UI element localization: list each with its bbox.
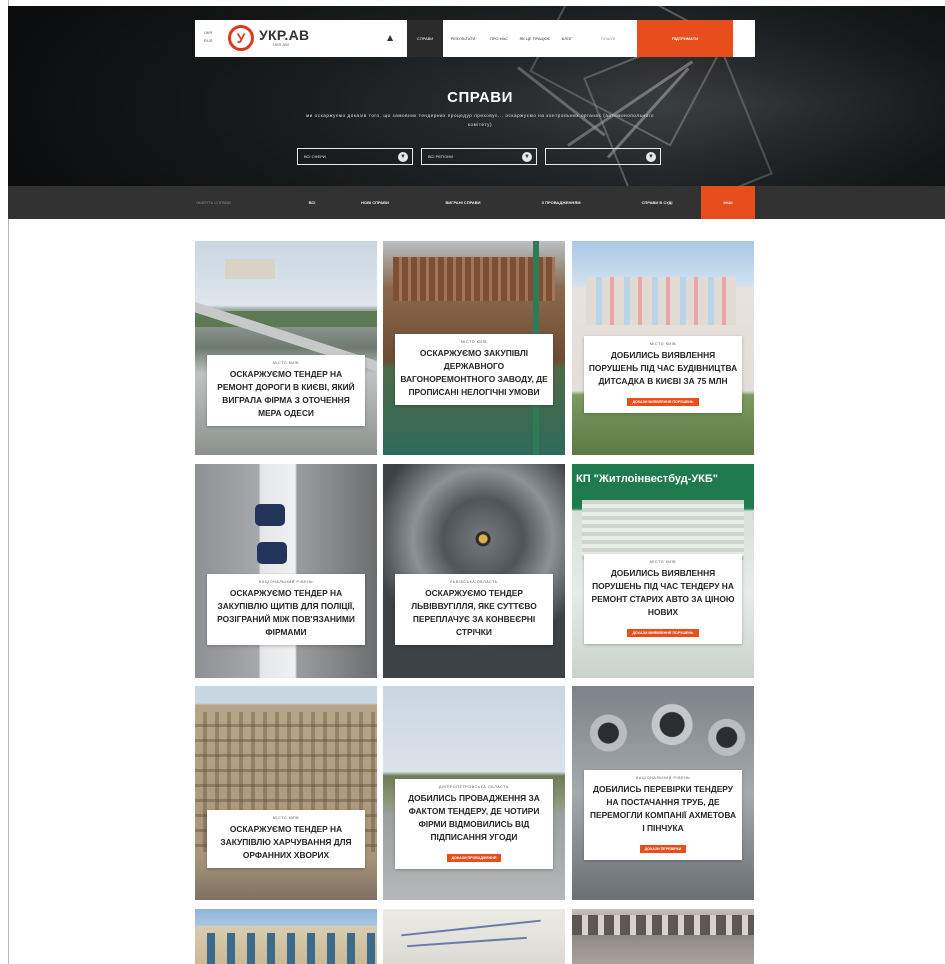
case-panel: МІСТО КИЇВ ДОБИЛИСЬ ВИЯВЛЕННЯ ПОРУШЕНЬ П… [584,554,742,644]
photo-sign-text: КП "Житлоінвестбуд-УКБ" [576,473,719,485]
chevron-down-icon[interactable]: ▼ [522,152,532,162]
support-button[interactable]: ПІДТРИМАТИ [637,20,733,57]
category-label: ОБЕРІТЬ СПРАВИ [196,200,231,205]
case-card[interactable]: КП "Житлоінвестбуд-УКБ" МІСТО КИЇВ ДОБИЛ… [572,464,754,678]
nav-item-about[interactable]: ПРО НАС [483,20,515,57]
category-other[interactable]: ІНШІ [701,186,755,219]
case-title[interactable]: ОСКАРЖУЄМО ТЕНДЕР ЛЬВІВВУГІЛЛЯ, ЯКЕ СУТТ… [399,587,549,639]
logo-block: UKR RUS У УКР.АВ UKR.AW ▲ [195,20,407,57]
case-panel: МІСТО КИЇВ ОСКАРЖУЄМО ТЕНДЕР НА РЕМОНТ Д… [207,355,365,426]
category-won[interactable]: ВИГРАНІ СПРАВИ [432,186,494,219]
case-photo [195,464,377,678]
nav-item-results[interactable]: РЕЗУЛЬТАТИ [443,20,483,57]
case-card[interactable]: ЛЬВІВСЬКА ОБЛАСТЬ ОСКАРЖУЄМО ТЕНДЕР ЛЬВІ… [383,464,565,678]
case-region: НАЦІОНАЛЬНИЙ РІВЕНЬ [258,580,314,584]
language-switcher[interactable]: UKR RUS [204,29,212,45]
case-card[interactable]: НАЦІОНАЛЬНИЙ РІВЕНЬ ДОБИЛИСЬ ПЕРЕВІРКИ Т… [572,686,754,900]
case-card[interactable] [195,909,377,964]
nav-item-blog[interactable]: БЛОГ [555,20,579,57]
chevron-down-icon[interactable]: ▼ [398,152,408,162]
logo-icon[interactable]: У [228,25,254,51]
filter-label: ВСІ СФЕРИ [304,154,326,159]
logo-subtitle: UKR.AW [273,42,289,47]
case-region: ДНІПРОПЕТРОВСЬКА ОБЛАСТЬ [439,785,509,789]
filter-region-select[interactable]: ВСІ РЕГІОНИ ▼ [421,148,537,165]
case-card[interactable]: МІСТО КИЇВ ОСКАРЖУЄМО ТЕНДЕР НА ЗАКУПІВЛ… [195,686,377,900]
chevron-down-icon[interactable]: ▼ [646,152,656,162]
case-photo [383,909,565,964]
case-panel: НАЦІОНАЛЬНИЙ РІВЕНЬ ОСКАРЖУЄМО ТЕНДЕР НА… [207,574,365,645]
case-title[interactable]: ДОБИЛИСЬ ПРОВАДЖЕННЯ ЗА ФАКТОМ ТЕНДЕРУ, … [399,792,549,844]
filter-label: ВСІ РЕГІОНИ [428,154,454,159]
case-region: МІСТО КИЇВ [460,340,488,344]
category-new[interactable]: НОВІ СПРАВИ [346,186,404,219]
lang-rus[interactable]: RUS [204,37,212,45]
case-card[interactable] [572,909,754,964]
case-region: МІСТО КИЇВ [272,361,300,365]
case-title[interactable]: ОСКАРЖУЄМО ТЕНДЕР НА РЕМОНТ ДОРОГИ В КИЄ… [211,368,361,420]
page-title: СПРАВИ [447,89,513,106]
category-bar: ОБЕРІТЬ СПРАВИ ВСІ НОВІ СПРАВИ ВИГРАНІ С… [8,186,945,219]
top-navigation: UKR RUS У УКР.АВ UKR.AW ▲ СПРАВИ РЕЗУЛЬТ… [195,20,755,57]
case-status-badge[interactable]: ДОКАЗИ ВИЯВЛЕННЯ ПОРУШЕНЬ [627,398,699,406]
case-title[interactable]: ОСКАРЖУЄМО ТЕНДЕР НА ЗАКУПІВЛЮ ХАРЧУВАНН… [211,823,361,862]
case-card[interactable]: ДНІПРОПЕТРОВСЬКА ОБЛАСТЬ ДОБИЛИСЬ ПРОВАД… [383,686,565,900]
case-region: МІСТО КИЇВ [272,816,300,820]
nav-menu: СПРАВИ РЕЗУЛЬТАТИ ПРО НАС ЯК ЦЕ ПРАЦЮЄ Б… [407,20,579,57]
case-card[interactable]: МІСТО КИЇВ ОСКАРЖУЄМО ТЕНДЕР НА РЕМОНТ Д… [195,241,377,455]
case-region: НАЦІОНАЛЬНИЙ РІВЕНЬ [635,776,691,780]
case-photo [383,464,565,678]
menu-icon[interactable]: ▲ [387,33,393,42]
case-panel: МІСТО КИЇВ ОСКАРЖУЄМО ТЕНДЕР НА ЗАКУПІВЛ… [207,810,365,868]
category-proceedings[interactable]: З ПРОВАДЖЕННЯМ [526,186,596,219]
filter-third-select[interactable]: ▼ [545,148,661,165]
case-title[interactable]: ОСКАРЖУЄМО ТЕНДЕР НА ЗАКУПІВЛЮ ЩИТІВ ДЛЯ… [211,587,361,639]
nav-item-how-it-works[interactable]: ЯК ЦЕ ПРАЦЮЄ [515,20,555,57]
case-card[interactable]: МІСТО КИЇВ ОСКАРЖУЄМО ЗАКУПІВЛІ ДЕРЖАВНО… [383,241,565,455]
case-title[interactable]: ДОБИЛИСЬ ПЕРЕВІРКИ ТЕНДЕРУ НА ПОСТАЧАННЯ… [588,783,738,835]
case-card[interactable] [383,909,565,964]
case-title[interactable]: ДОБИЛИСЬ ВИЯВЛЕННЯ ПОРУШЕНЬ ПІД ЧАС ТЕНД… [588,567,738,619]
category-court[interactable]: СПРАВИ В СУДІ [624,186,690,219]
case-status-badge[interactable]: ДОКАЗИ ПЕРЕВІРКИ [639,845,687,853]
filter-sphere-select[interactable]: ВСІ СФЕРИ ▼ [297,148,413,165]
case-panel: НАЦІОНАЛЬНИЙ РІВЕНЬ ДОБИЛИСЬ ПЕРЕВІРКИ Т… [584,770,742,860]
case-region: МІСТО КИЇВ [649,342,677,346]
case-photo [572,909,754,964]
case-card[interactable]: МІСТО КИЇВ ДОБИЛИСЬ ВИЯВЛЕННЯ ПОРУШЕНЬ П… [572,241,754,455]
case-panel: ДНІПРОПЕТРОВСЬКА ОБЛАСТЬ ДОБИЛИСЬ ПРОВАД… [395,779,553,869]
case-region: МІСТО КИЇВ [649,560,677,564]
lang-ukr[interactable]: UKR [204,29,212,37]
case-panel: МІСТО КИЇВ ОСКАРЖУЄМО ЗАКУПІВЛІ ДЕРЖАВНО… [395,334,553,405]
case-status-badge[interactable]: ДОКАЗИ ВИЯВЛЕННЯ ПОРУШЕНЬ [627,629,699,637]
category-all[interactable]: ВСІ [300,186,324,219]
case-status-badge[interactable]: ДОКАЗИ ПРОВАДЖЕННЯ [446,854,502,862]
search-input[interactable]: ПОШУК [579,20,637,57]
case-photo [195,909,377,964]
hero-subtitle: ми оскаржуємо доказів того, що замовник … [306,113,654,127]
case-title[interactable]: ОСКАРЖУЄМО ЗАКУПІВЛІ ДЕРЖАВНОГО ВАГОНОРЕ… [399,347,549,399]
case-region: ЛЬВІВСЬКА ОБЛАСТЬ [450,580,498,584]
case-title[interactable]: ДОБИЛИСЬ ВИЯВЛЕННЯ ПОРУШЕНЬ ПІД ЧАС БУДІ… [588,349,738,388]
logo-name[interactable]: УКР.АВ [259,27,309,43]
nav-item-spravy[interactable]: СПРАВИ [407,20,443,57]
case-card[interactable]: НАЦІОНАЛЬНИЙ РІВЕНЬ ОСКАРЖУЄМО ТЕНДЕР НА… [195,464,377,678]
case-panel: ЛЬВІВСЬКА ОБЛАСТЬ ОСКАРЖУЄМО ТЕНДЕР ЛЬВІ… [395,574,553,645]
case-panel: МІСТО КИЇВ ДОБИЛИСЬ ВИЯВЛЕННЯ ПОРУШЕНЬ П… [584,336,742,413]
